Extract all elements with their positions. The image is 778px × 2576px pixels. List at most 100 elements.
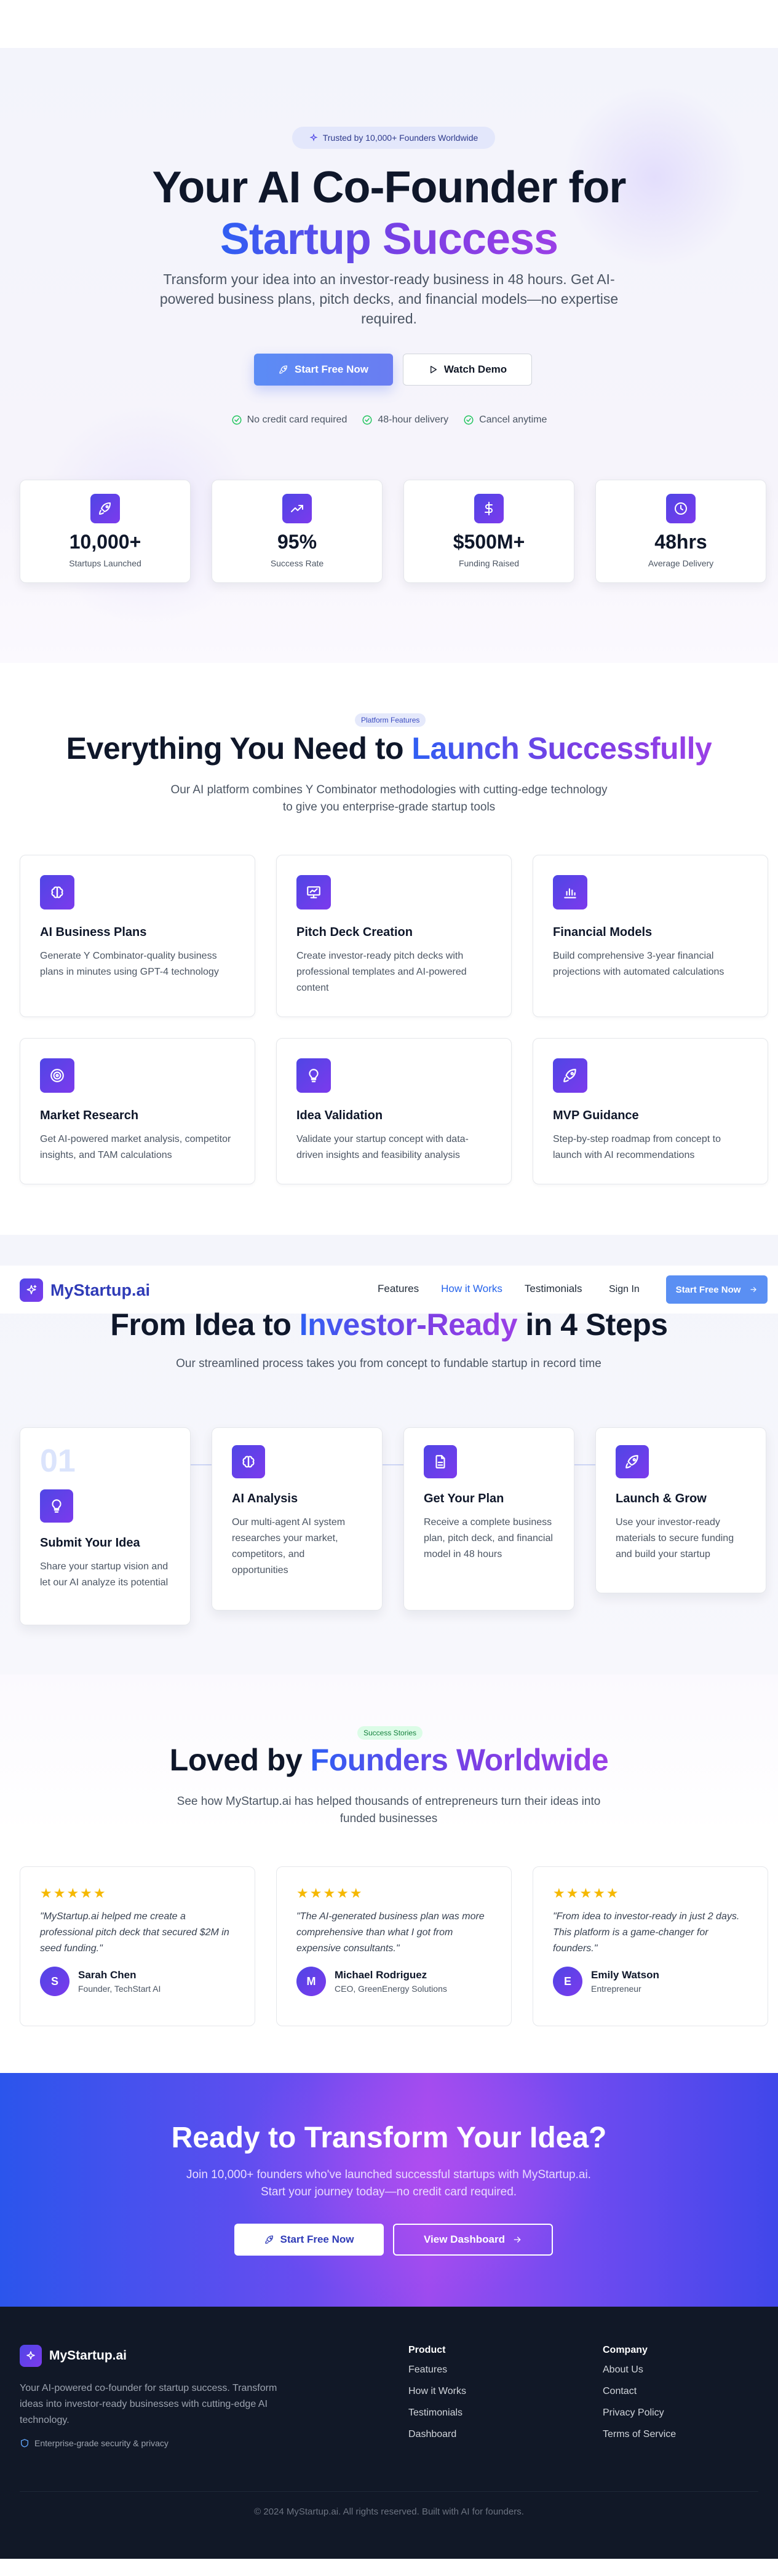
cta-secondary-label: View Dashboard [424, 2233, 505, 2245]
nav-link-how-it-works[interactable]: How it Works [441, 1283, 502, 1295]
feature-desc: Step-by-step roadmap from concept to lau… [553, 1134, 721, 1160]
feature-card: Financial Models Build comprehensive 3-y… [533, 855, 768, 1017]
how-title: From Idea to Investor-Ready in 4 Steps [0, 1307, 778, 1342]
testimonial-author: M Michael Rodriguez CEO, GreenEnergy Sol… [296, 1967, 491, 1996]
testimonials-title: Loved by Founders Worldwide [0, 1742, 778, 1778]
perk-label: 48-hour delivery [378, 414, 449, 425]
nav-cta-label: Start Free Now [675, 1284, 741, 1295]
sparkle-icon [309, 133, 318, 141]
check-circle-icon [232, 415, 242, 425]
step-title: Submit Your Idea [40, 1536, 140, 1550]
lightbulb-icon [40, 1489, 73, 1523]
avatar: E [553, 1967, 582, 1996]
how-title-highlight: Investor-Ready [299, 1307, 518, 1342]
clock-icon [666, 494, 696, 523]
feature-title: MVP Guidance [553, 1109, 639, 1122]
brand-logo[interactable]: MyStartup.ai [20, 1278, 150, 1302]
footer-link-dashboard[interactable]: Dashboard [408, 2429, 466, 2440]
brain-icon [40, 875, 74, 910]
arrow-right-icon [514, 2237, 521, 2243]
feature-card: MVP Guidance Step-by-step roadmap from c… [533, 1038, 768, 1184]
footer-company-column: Company About Us Contact Privacy Policy … [603, 2345, 676, 2440]
testimonials-subtitle: See how MyStartup.ai has helped thousand… [177, 1795, 601, 1825]
perk-label: No credit card required [247, 414, 347, 425]
sign-in-link[interactable]: Sign In [609, 1284, 640, 1295]
stat-label: Success Rate [270, 558, 324, 568]
nav-start-free-button[interactable]: Start Free Now [666, 1275, 768, 1304]
rocket-icon [553, 1058, 587, 1093]
rocket-icon [90, 494, 120, 523]
step-title: Get Your Plan [424, 1492, 504, 1505]
author-name: Sarah Chen [78, 1969, 137, 1981]
brain-icon [232, 1445, 265, 1478]
footer-link-about[interactable]: About Us [603, 2364, 676, 2376]
sparkle-icon [20, 2345, 42, 2367]
shield-icon [21, 2439, 28, 2447]
footer-link-how-it-works[interactable]: How it Works [408, 2386, 466, 2397]
start-free-button[interactable]: Start Free Now [254, 354, 393, 386]
stat-value: 95% [277, 531, 317, 553]
footer-link-privacy[interactable]: Privacy Policy [603, 2408, 676, 2419]
testimonial-quote: "From idea to investor-ready in just 2 d… [553, 1911, 740, 1954]
cta-primary-label: Start Free Now [280, 2233, 354, 2245]
view-dashboard-button[interactable]: View Dashboard [393, 2224, 553, 2256]
stat-value: 48hrs [654, 531, 707, 553]
nav-link-testimonials[interactable]: Testimonials [525, 1283, 582, 1295]
perk-label: Cancel anytime [479, 414, 547, 425]
watch-demo-label: Watch Demo [443, 363, 507, 375]
watch-demo-button[interactable]: Watch Demo [403, 354, 532, 386]
document-icon [424, 1445, 457, 1478]
footer-link-terms[interactable]: Terms of Service [603, 2429, 676, 2440]
cta-section: Ready to Transform Your Idea? Join 10,00… [0, 2073, 778, 2307]
author-name: Michael Rodriguez [335, 1969, 427, 1981]
step-card: 01 Submit Your Idea Share your startup v… [20, 1427, 191, 1625]
author-role: Founder, TechStart AI [78, 1984, 161, 1994]
feature-title: Financial Models [553, 925, 653, 939]
footer-link-features[interactable]: Features [408, 2364, 466, 2376]
bar-chart-icon [553, 875, 587, 910]
testimonial-author: S Sarah Chen Founder, TechStart AI [40, 1967, 235, 1996]
target-icon [40, 1058, 74, 1093]
feature-desc: Generate Y Combinator-quality business p… [40, 951, 219, 977]
feature-card: Market Research Get AI-powered market an… [20, 1038, 255, 1184]
testimonials-title-plain: Loved by [169, 1743, 311, 1777]
check-circle-icon [464, 415, 474, 425]
start-free-label: Start Free Now [295, 363, 368, 375]
cta-subtitle: Join 10,000+ founders who've launched su… [186, 2168, 591, 2198]
arrow-right-icon [750, 1286, 757, 1293]
step-desc: Our multi-agent AI system researches you… [232, 1517, 346, 1575]
nav-link-features[interactable]: Features [378, 1283, 419, 1295]
step-desc: Share your startup vision and let our AI… [40, 1561, 169, 1588]
stat-label: Funding Raised [458, 558, 520, 568]
how-title-plain: in 4 Steps [517, 1307, 668, 1342]
star-rating-icon: ★★★★★ [40, 1885, 107, 1901]
brand-name: MyStartup.ai [50, 1280, 151, 1299]
stat-value: $500M+ [453, 531, 525, 553]
features-section: Platform Features Everything You Need to… [0, 663, 778, 1235]
perk-item: No credit card required [231, 414, 347, 426]
rocket-icon [616, 1445, 649, 1478]
hero-title-line1: Your AI Co-Founder for [152, 163, 627, 212]
trust-badge: Trusted by 10,000+ Founders Worldwide [292, 127, 495, 149]
features-title-highlight: Launch Successfully [411, 731, 712, 766]
play-icon [430, 366, 437, 373]
how-subtitle: Our streamlined process takes you from c… [176, 1357, 601, 1370]
footer: MyStartup.ai Your AI-powered co-founder … [0, 2307, 778, 2559]
author-role: Entrepreneur [591, 1984, 641, 1994]
step-card: Get Your Plan Receive a complete busines… [403, 1427, 574, 1611]
footer-link-contact[interactable]: Contact [603, 2386, 676, 2397]
features-title: Everything You Need to Launch Successful… [0, 731, 778, 766]
security-note: Enterprise-grade security & privacy [20, 2438, 169, 2448]
testimonial-quote: "The AI-generated business plan was more… [296, 1911, 485, 1954]
cta-start-free-button[interactable]: Start Free Now [234, 2224, 384, 2256]
features-subtitle: Our AI platform combines Y Combinator me… [170, 783, 608, 814]
footer-logo[interactable]: MyStartup.ai [20, 2345, 127, 2367]
feature-desc: Validate your startup concept with data-… [296, 1134, 469, 1160]
footer-column-title: Product [408, 2345, 446, 2355]
perk-item: 48-hour delivery [362, 414, 448, 426]
footer-column-title: Company [603, 2345, 648, 2355]
step-card: Launch & Grow Use your investor-ready ma… [595, 1427, 766, 1593]
footer-link-testimonials[interactable]: Testimonials [408, 2408, 466, 2419]
testimonials-pill: Success Stories [357, 1726, 423, 1740]
testimonial-quote: "MyStartup.ai helped me create a profess… [40, 1911, 229, 1954]
